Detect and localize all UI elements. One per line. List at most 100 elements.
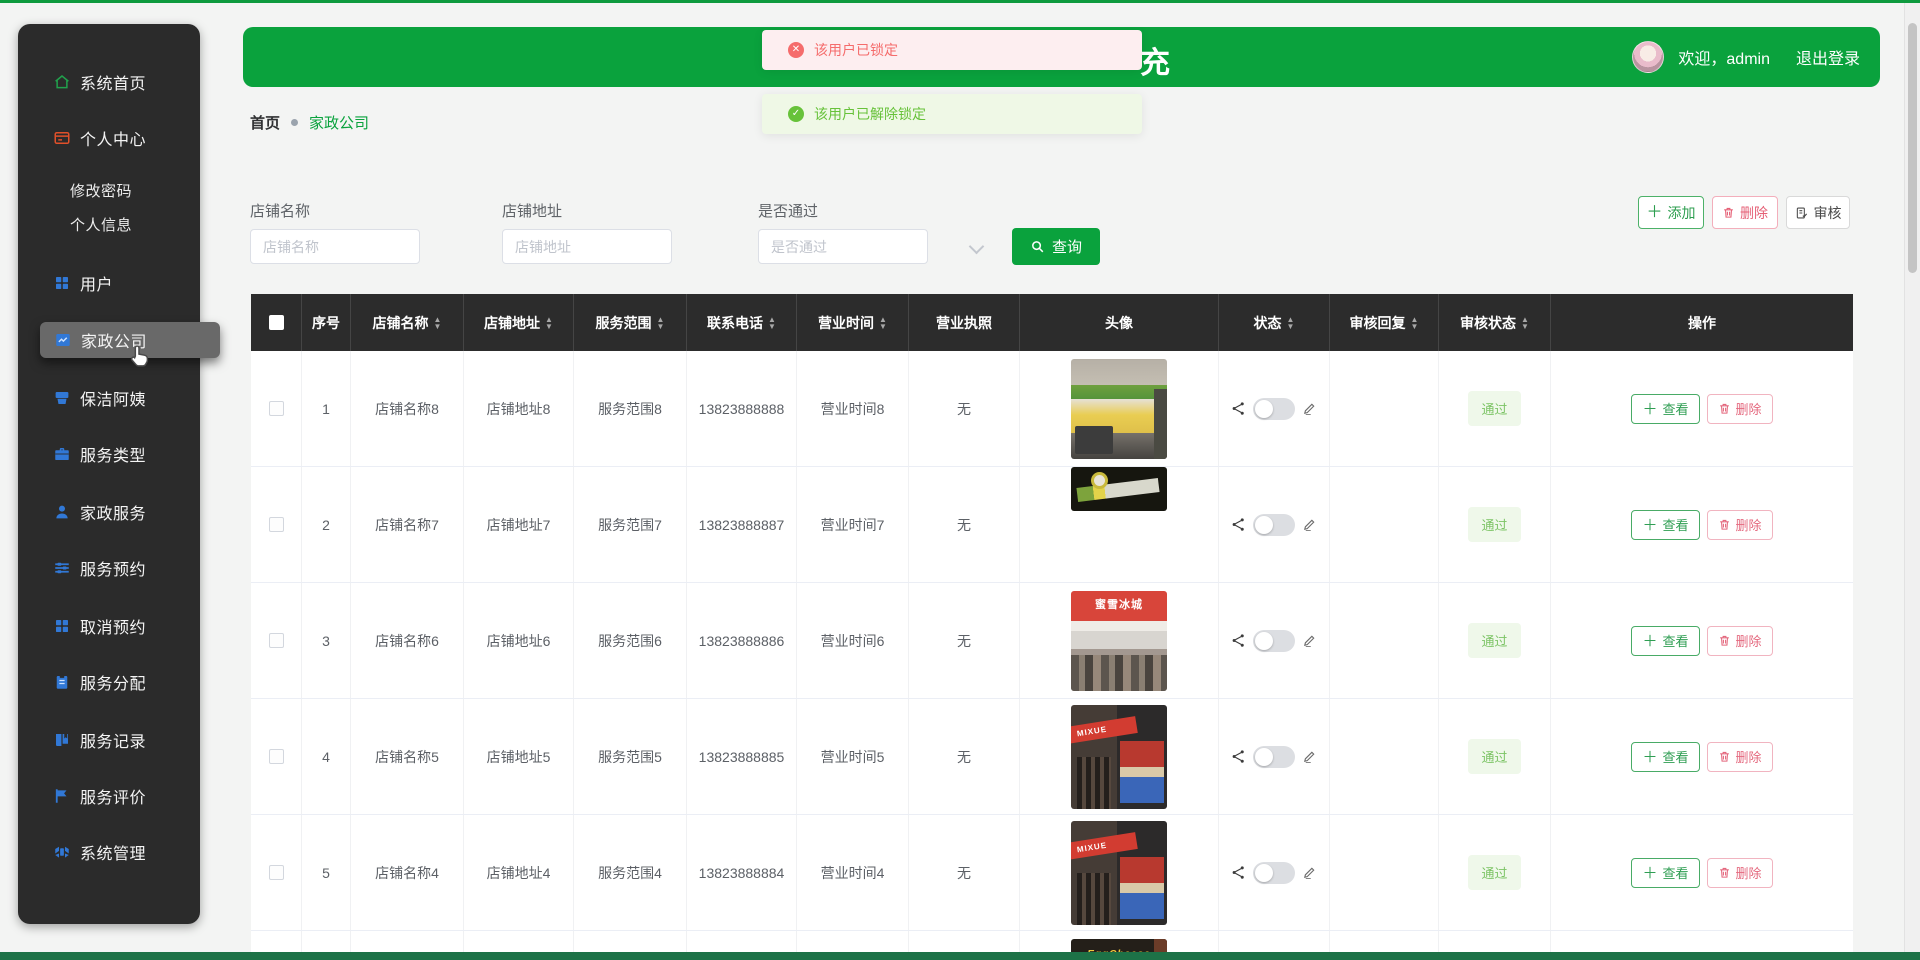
sort-arrows-icon[interactable]: ▲ ▼ <box>545 315 553 330</box>
row-delete-button[interactable]: 删除 <box>1706 857 1773 888</box>
row-view-button[interactable]: ＋查看 <box>1631 509 1700 540</box>
sort-arrows-icon[interactable]: ▲ ▼ <box>657 315 665 330</box>
cell-text: 无 <box>957 864 971 881</box>
audit-button[interactable]: 审核 <box>1786 196 1850 229</box>
column-header-hours[interactable]: 营业时间 ▲ ▼ <box>797 294 909 351</box>
cell-avatar: MIXUE <box>1020 815 1219 930</box>
sidebar-item-4[interactable]: 用户 <box>18 265 200 301</box>
logout-link[interactable]: 退出登录 <box>1796 45 1860 69</box>
row-checkbox[interactable] <box>268 749 284 764</box>
user-box: 欢迎，admin 退出登录 <box>1632 27 1860 87</box>
bucket-icon <box>53 389 71 407</box>
status-toggle[interactable] <box>1253 513 1295 536</box>
cell-text: 无 <box>957 748 971 765</box>
cell-index: 5 <box>302 815 351 930</box>
share-icon[interactable] <box>1231 865 1246 880</box>
add-button[interactable]: ＋ 添加 <box>1638 196 1704 229</box>
row-checkbox[interactable] <box>268 633 284 648</box>
cell-phone: 13823888885 <box>687 699 797 814</box>
sidebar-item-11[interactable]: 服务分配 <box>18 664 200 700</box>
sidebar-item-2[interactable]: 修改密码 <box>18 172 200 208</box>
sidebar-item-9[interactable]: 服务预约 <box>18 550 200 586</box>
column-header-avatar: 头像 <box>1020 294 1219 351</box>
shop-name-input[interactable] <box>250 229 420 264</box>
row-checkbox[interactable] <box>268 517 284 532</box>
share-icon[interactable] <box>1231 401 1246 416</box>
cell-index: 4 <box>302 699 351 814</box>
cell-text: 服务范围4 <box>598 864 662 881</box>
share-icon[interactable] <box>1231 517 1246 532</box>
select-all-checkbox[interactable] <box>268 315 284 330</box>
status-toggle[interactable] <box>1253 745 1295 768</box>
column-header-name[interactable]: 店铺名称 ▲ ▼ <box>351 294 464 351</box>
sidebar-item-1[interactable]: 个人中心 <box>18 120 200 156</box>
sidebar-item-12[interactable]: 服务记录 <box>18 722 200 758</box>
column-header-scope[interactable]: 服务范围 ▲ ▼ <box>574 294 687 351</box>
store-photo <box>1071 358 1167 459</box>
row-delete-button[interactable]: 删除 <box>1706 393 1773 424</box>
row-checkbox[interactable] <box>268 865 284 880</box>
row-delete-button[interactable]: 删除 <box>1706 741 1773 772</box>
briefcase-icon <box>53 445 71 463</box>
sort-arrows-icon[interactable]: ▲ ▼ <box>434 315 442 330</box>
cell-license: 无 <box>909 699 1020 814</box>
sidebar-item-6[interactable]: 保洁阿姨 <box>18 380 200 416</box>
sidebar-item-0[interactable]: 系统首页 <box>18 64 200 100</box>
sidebar-item-label: 系统首页 <box>80 76 147 93</box>
delete-button[interactable]: 删除 <box>1712 196 1778 229</box>
column-header-address[interactable]: 店铺地址 ▲ ▼ <box>464 294 574 351</box>
pencil-icon[interactable] <box>1302 633 1317 648</box>
cell-audit: 通过 <box>1439 583 1551 698</box>
search-button[interactable]: 查询 <box>1012 228 1100 265</box>
cell-text: 营业时间8 <box>820 400 885 417</box>
row-view-button[interactable]: ＋查看 <box>1631 625 1700 656</box>
pencil-icon[interactable] <box>1302 517 1317 532</box>
breadcrumb-home[interactable]: 首页 <box>250 112 280 133</box>
cell-text: 2 <box>322 516 330 533</box>
share-icon[interactable] <box>1231 633 1246 648</box>
sidebar-item-10[interactable]: 取消预约 <box>18 608 200 644</box>
chevron-down-icon[interactable] <box>968 238 985 255</box>
toast-error-message: 该用户已锁定 <box>814 42 898 58</box>
sidebar-item-label: 服务评价 <box>80 790 147 807</box>
row-view-button[interactable]: ＋查看 <box>1631 857 1700 888</box>
sidebar-item-13[interactable]: 服务评价 <box>18 778 200 814</box>
column-header-label: 店铺名称 <box>372 314 429 331</box>
scrollbar-thumb[interactable] <box>1908 23 1917 273</box>
sort-arrows-icon[interactable]: ▲ ▼ <box>1287 315 1295 330</box>
sidebar-item-7[interactable]: 服务类型 <box>18 436 200 472</box>
row-view-button[interactable]: ＋查看 <box>1631 393 1700 424</box>
column-header-label: 服务范围 <box>595 314 652 331</box>
share-icon[interactable] <box>1231 749 1246 764</box>
column-header-reply[interactable]: 审核回复 ▲ ▼ <box>1330 294 1439 351</box>
cell-audit: 通过 <box>1439 351 1551 466</box>
pencil-icon[interactable] <box>1302 865 1317 880</box>
status-toggle[interactable] <box>1253 397 1295 420</box>
clipboard-icon <box>53 673 71 691</box>
column-header-status[interactable]: 状态 ▲ ▼ <box>1219 294 1330 351</box>
status-toggle[interactable] <box>1253 861 1295 884</box>
cell-address: 店铺地址4 <box>464 815 574 930</box>
cell-status <box>1219 467 1330 582</box>
pencil-icon[interactable] <box>1302 749 1317 764</box>
column-header-phone[interactable]: 联系电话 ▲ ▼ <box>687 294 797 351</box>
sort-arrows-icon[interactable]: ▲ ▼ <box>879 315 887 330</box>
column-header-select <box>251 294 302 351</box>
shop-address-input[interactable] <box>502 229 672 264</box>
status-toggle[interactable] <box>1253 629 1295 652</box>
sidebar-item-8[interactable]: 家政服务 <box>18 494 200 530</box>
sidebar-item-14[interactable]: 系统管理 <box>18 834 200 870</box>
row-checkbox[interactable] <box>268 401 284 416</box>
cell-status <box>1219 351 1330 466</box>
sort-arrows-icon[interactable]: ▲ ▼ <box>1521 315 1529 330</box>
sidebar-item-label: 修改密码 <box>70 182 133 200</box>
sort-arrows-icon[interactable]: ▲ ▼ <box>768 315 776 330</box>
row-view-button[interactable]: ＋查看 <box>1631 741 1700 772</box>
sort-arrows-icon[interactable]: ▲ ▼ <box>1411 315 1419 330</box>
sidebar-item-3[interactable]: 个人信息 <box>18 206 200 242</box>
pencil-icon[interactable] <box>1302 401 1317 416</box>
is-passed-select[interactable]: 是否通过 <box>758 229 928 264</box>
row-delete-button[interactable]: 删除 <box>1706 509 1773 540</box>
row-delete-button[interactable]: 删除 <box>1706 625 1773 656</box>
column-header-audit[interactable]: 审核状态 ▲ ▼ <box>1439 294 1551 351</box>
